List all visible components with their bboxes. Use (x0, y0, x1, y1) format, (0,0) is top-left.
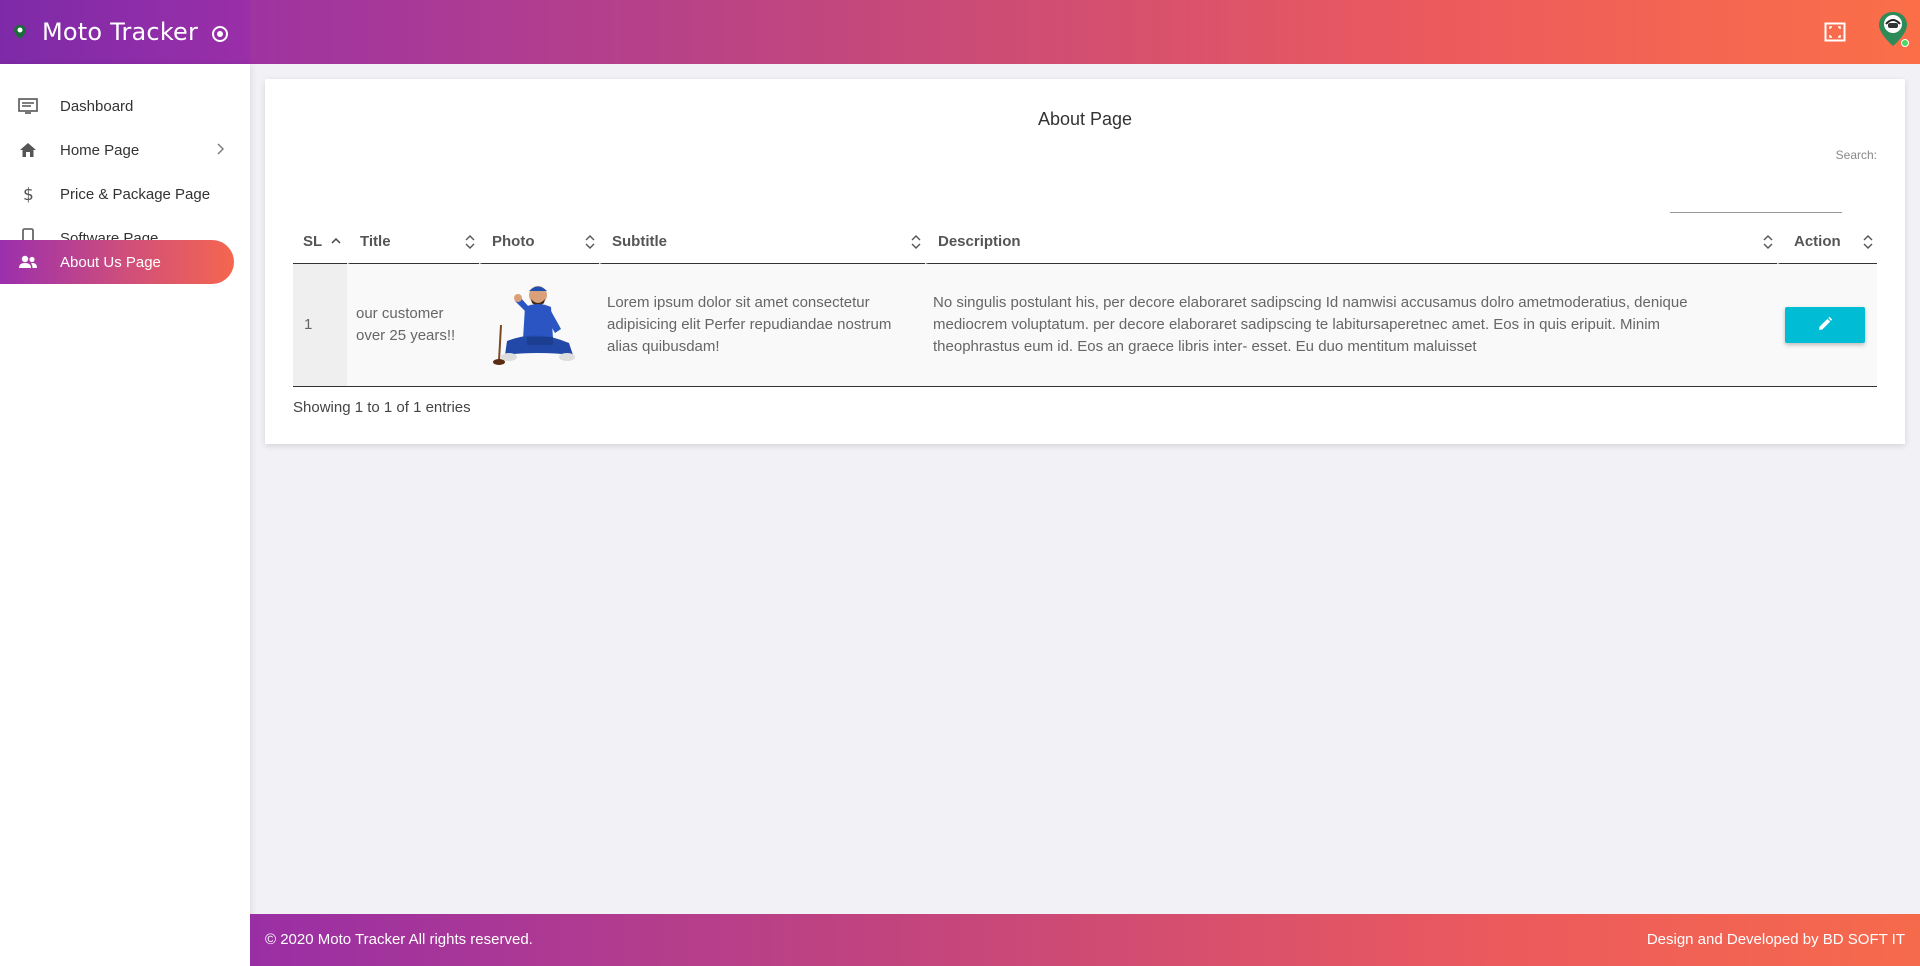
monitor-icon (18, 96, 38, 116)
sort-icon (1861, 234, 1875, 250)
footer-credit: Design and Developed by BD SOFT IT (1646, 931, 1905, 948)
about-table: SL Title Photo Subtitle Description Acti… (293, 219, 1877, 387)
cell-action (1777, 264, 1877, 387)
footer: © 2020 Moto Tracker All rights reserved.… (250, 914, 1920, 966)
home-icon (18, 140, 38, 160)
logo-icon (12, 24, 28, 40)
dollar-icon: $ (18, 184, 38, 204)
cell-photo (479, 264, 599, 387)
cell-title: our customer over 25 years!! (347, 264, 479, 387)
sidebar-item-dashboard[interactable]: Dashboard (0, 84, 234, 128)
sort-icon (909, 234, 923, 250)
search-input[interactable] (1670, 187, 1842, 213)
sort-icon (583, 234, 597, 250)
sidebar-item-home-page[interactable]: Home Page (0, 128, 234, 172)
sort-asc-icon (329, 234, 343, 250)
sidebar-toggle-icon[interactable] (212, 26, 228, 42)
table-info: Showing 1 to 1 of 1 entries (293, 399, 471, 416)
pencil-icon (1817, 316, 1833, 335)
column-header-photo[interactable]: Photo (479, 219, 599, 264)
cell-description: No singulis postulant his, per decore el… (925, 264, 1777, 387)
fullscreen-icon[interactable] (1824, 22, 1846, 42)
sidebar: Dashboard Home Page $ Price & Package Pa… (0, 64, 250, 966)
sort-icon (463, 234, 477, 250)
sidebar-item-label: Dashboard (60, 97, 134, 115)
chevron-right-icon (216, 142, 224, 159)
footer-copyright: © 2020 Moto Tracker All rights reserved. (265, 931, 533, 948)
column-header-description[interactable]: Description (925, 219, 1777, 264)
column-header-subtitle[interactable]: Subtitle (599, 219, 925, 264)
sidebar-item-price-package-page[interactable]: $ Price & Package Page (0, 172, 234, 216)
brand: Moto Tracker (0, 0, 250, 64)
sidebar-item-label: About Us Page (60, 253, 161, 271)
svg-text:$: $ (23, 185, 34, 203)
column-header-title[interactable]: Title (347, 219, 479, 264)
sidebar-item-label: Home Page (60, 141, 140, 159)
sidebar-item-about-us-page[interactable]: About Us Page (0, 240, 234, 284)
app-title: Moto Tracker (42, 18, 199, 46)
about-page-card: About Page Search: SL Title Photo Subtit… (265, 79, 1905, 444)
search-label: Search: (1835, 148, 1877, 162)
users-icon (18, 252, 38, 272)
column-header-action[interactable]: Action (1777, 219, 1877, 264)
column-header-sl[interactable]: SL (293, 219, 347, 264)
cell-sl: 1 (293, 264, 347, 387)
cell-subtitle: Lorem ipsum dolor sit amet consectetur a… (599, 264, 925, 387)
avatar[interactable] (1876, 10, 1910, 48)
page-title: About Page (1037, 109, 1133, 129)
mechanic-photo (487, 281, 587, 369)
table-row: 1 our customer over 25 years!! Lorem ips… (293, 264, 1877, 387)
table-header-row: SL Title Photo Subtitle Description Acti… (293, 219, 1877, 264)
edit-button[interactable] (1785, 307, 1865, 343)
sidebar-item-label: Price & Package Page (60, 185, 211, 203)
sort-icon (1761, 234, 1775, 250)
top-navbar: Moto Tracker (0, 0, 1920, 64)
